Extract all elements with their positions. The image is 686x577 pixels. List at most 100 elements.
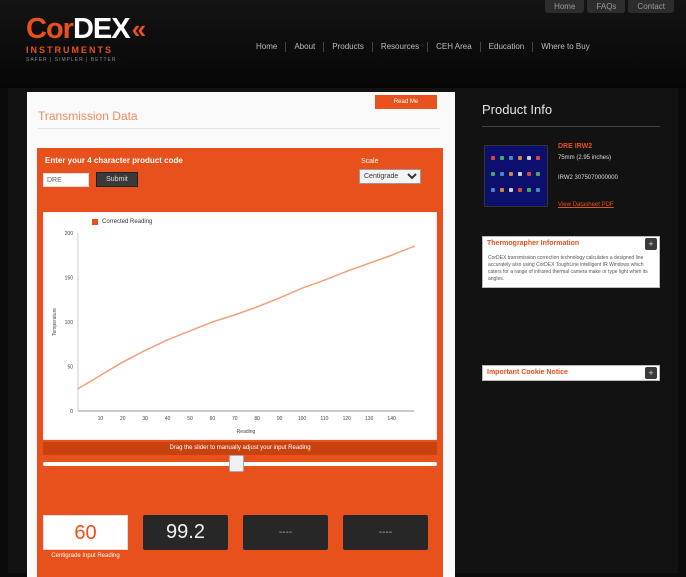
product-part-number: IRW2 3075070000000 (558, 175, 618, 181)
nav-home[interactable]: Home (248, 42, 285, 52)
utility-contact-link[interactable]: Contact (628, 0, 674, 13)
utility-faqs-link[interactable]: FAQs (587, 0, 626, 13)
page-body: Read Me Transmission Data Enter your 4 c… (8, 88, 678, 577)
page-title: Transmission Data (38, 109, 138, 123)
sidebar-divider (482, 126, 660, 127)
thumbnail-dot (536, 172, 540, 176)
cordex-logo[interactable]: CorDEX« INSTRUMENTS SAFER | SIMPLER | BE… (26, 13, 147, 63)
thermographer-info-title: Thermographer Information (487, 240, 580, 247)
thumbnail-dot (518, 156, 522, 160)
data-point (413, 245, 415, 248)
data-point (144, 349, 146, 352)
data-point (122, 361, 124, 363)
thermographer-toggle-button[interactable]: + (645, 238, 657, 250)
y-tick-label: 200 (65, 231, 74, 237)
top-header: Home FAQs Contact CorDEX« INSTRUMENTS SA… (0, 0, 686, 88)
thumbnail-dot (509, 188, 513, 192)
submit-button[interactable]: Submit (96, 172, 138, 187)
y-tick-label: 150 (65, 276, 74, 282)
scale-label: Scale (361, 158, 379, 165)
main-content: Read Me Transmission Data Enter your 4 c… (27, 92, 455, 577)
x-tick-label: 50 (187, 416, 193, 422)
product-code-prompt: Enter your 4 character product code (45, 156, 183, 165)
data-point (166, 339, 169, 341)
thumbnail-dot (509, 172, 513, 176)
nav-ceh-area[interactable]: CEH Area (427, 42, 480, 52)
data-point (301, 287, 303, 289)
y-tick-label: 100 (65, 320, 74, 326)
x-tick-label: 80 (254, 416, 260, 422)
x-tick-label: 110 (320, 416, 328, 422)
x-tick-label: 20 (120, 416, 126, 422)
data-point (99, 374, 102, 377)
input-reading-box: 60 (43, 515, 128, 550)
sidebar: Product Info DRE IRW2 75mm (2.95 inches)… (476, 88, 666, 573)
nav-products[interactable]: Products (323, 42, 372, 52)
thermographer-info-box: Thermographer Information + CorDEX trans… (482, 236, 660, 288)
utility-home-link[interactable]: Home (545, 0, 585, 13)
data-point (390, 254, 393, 257)
thumbnail-dot (491, 172, 495, 176)
datasheet-link[interactable]: View Datasheet PDF (558, 202, 614, 208)
nav-resources[interactable]: Resources (371, 42, 427, 52)
x-tick-label: 130 (365, 416, 374, 422)
scale-select[interactable]: Centigrade (359, 169, 421, 184)
data-point (278, 297, 281, 299)
x-axis-label: Reading (237, 429, 256, 435)
logo-dex: DEX (72, 13, 131, 45)
product-thumbnail[interactable] (484, 145, 548, 207)
read-me-button[interactable]: Read Me (375, 95, 437, 109)
logo-cor: Cor (26, 13, 74, 45)
cookie-notice-toggle-button[interactable]: + (645, 367, 657, 379)
thumbnail-dot (500, 156, 504, 160)
input-reading-label: Centigrade Input Reading (51, 553, 120, 559)
data-point (189, 330, 191, 332)
data-point (77, 387, 79, 390)
thumbnail-dot (518, 188, 522, 192)
x-tick-label: 30 (142, 416, 148, 422)
thumbnail-dot (509, 156, 513, 160)
thumbnail-dot (527, 188, 531, 192)
logo-chevron-icon: « (131, 14, 147, 44)
thermographer-info-body: CorDEX transmission correction technolog… (488, 255, 648, 282)
main-nav: Home About Products Resources CEH Area E… (248, 42, 598, 52)
product-code-input[interactable] (43, 173, 89, 187)
data-point (256, 306, 258, 308)
slider-instructions: Drag the slider to manually adjust your … (43, 442, 437, 455)
x-tick-label: 60 (210, 416, 216, 422)
nav-where-to-buy[interactable]: Where to Buy (532, 42, 597, 52)
slider-handle[interactable] (229, 455, 244, 472)
series-line (77, 245, 415, 390)
x-tick-label: 90 (277, 416, 283, 422)
logo-tagline: SAFER | SIMPLER | BETTER (26, 57, 117, 63)
thumbnail-dot (491, 188, 495, 192)
calculator-panel: Enter your 4 character product code Subm… (37, 148, 443, 577)
cookie-notice-title: Important Cookie Notice (487, 369, 568, 376)
x-tick-label: 10 (98, 416, 104, 422)
title-divider (38, 128, 440, 129)
chart-container: Corrected Reading 0 50 100 150 200 10 20 30 40 50… (43, 212, 437, 440)
data-point (368, 262, 371, 265)
utility-nav: Home FAQs Contact (545, 0, 674, 13)
cookie-notice-header[interactable]: Important Cookie Notice + (483, 366, 659, 380)
thermographer-info-header[interactable]: Thermographer Information + (483, 237, 659, 251)
x-tick-label: 100 (298, 416, 307, 422)
results-row: 60 Centigrade Input Reading 99.2 ---- --… (37, 508, 443, 577)
logo-subtitle: INSTRUMENTS (26, 45, 113, 55)
thumbnail-dot (500, 188, 504, 192)
result-box-1: 99.2 (143, 515, 228, 550)
data-point (346, 270, 348, 273)
cookie-notice-box: Important Cookie Notice + (482, 365, 660, 381)
thumbnail-dot (491, 156, 495, 160)
data-point (234, 314, 236, 316)
product-name: DRE IRW2 (558, 143, 593, 150)
y-tick-label: 0 (70, 409, 73, 415)
thumbnail-dot (518, 172, 522, 176)
thumbnail-dot (527, 156, 531, 160)
y-tick-label: 50 (67, 365, 73, 371)
logo-wordmark: CorDEX« (26, 13, 147, 45)
nav-about[interactable]: About (285, 42, 323, 52)
thumbnail-dot (536, 156, 540, 160)
nav-education[interactable]: Education (479, 42, 533, 52)
result-box-3: ---- (343, 515, 428, 550)
